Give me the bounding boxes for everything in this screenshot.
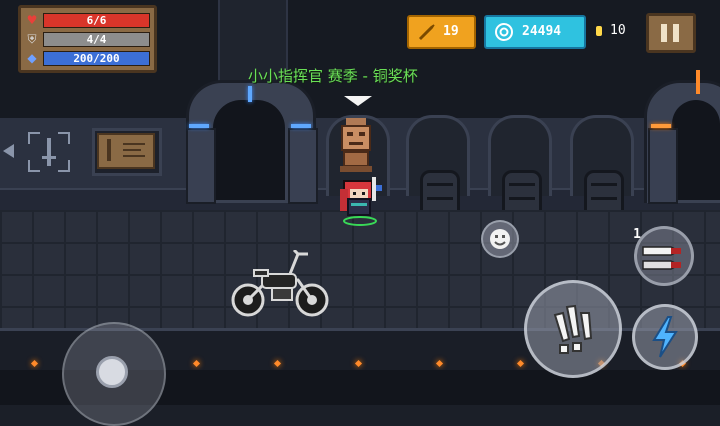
pause-button[interactable] — [646, 13, 696, 53]
right-archway-opening — [672, 100, 720, 200]
hp-bar: 6/6 — [43, 13, 150, 28]
season-banner: 小小指挥官 赛季 - 铜奖杯 — [248, 67, 418, 85]
shield-icon: ⛨ — [27, 32, 37, 46]
energy-bar: 200/200 — [43, 51, 150, 66]
armor-bar: 4/4 — [43, 32, 150, 47]
east-door-indicator — [696, 70, 700, 94]
coin-counter: 10 — [594, 21, 639, 41]
gold-counter[interactable]: 19 — [407, 15, 476, 49]
attack-button[interactable] — [524, 280, 622, 378]
smiley-icon — [490, 229, 510, 249]
scroll-icon — [97, 133, 155, 169]
gem-counter[interactable]: 24494 — [484, 15, 586, 49]
interaction-marker-icon — [344, 96, 372, 106]
joystick-knob[interactable] — [96, 356, 128, 388]
skill-button[interactable] — [632, 304, 698, 370]
weapon-slot-badge: 1 — [628, 226, 646, 244]
arch-light — [248, 86, 252, 102]
energy-row: ◆ 200/200 — [25, 50, 150, 66]
heart-icon: ♥ — [26, 13, 38, 27]
player-stats-panel: ♥ 6/6 ⛨ 4/4 ◆ 200/200 — [18, 5, 157, 73]
coin-amount: 10 — [610, 23, 626, 38]
east-pillar-light — [651, 124, 671, 128]
hp-row: ♥ 6/6 — [25, 12, 150, 28]
emote-button[interactable] — [481, 220, 519, 258]
left-pillar — [186, 128, 216, 204]
east-pillar — [648, 128, 678, 204]
armor-row: ⛨ 4/4 — [25, 31, 150, 47]
motorcycle[interactable] — [228, 248, 332, 318]
player-character[interactable] — [338, 175, 386, 227]
claw-slash-icon — [553, 304, 593, 354]
trophy-statue[interactable] — [336, 118, 376, 173]
left-archway-opening — [213, 100, 285, 200]
pillar-light-right — [291, 124, 311, 128]
pillar-light-left — [189, 124, 209, 128]
lightning-bolt-icon — [652, 316, 678, 358]
diamond-icon: ◆ — [27, 51, 37, 65]
right-pillar — [288, 128, 318, 204]
gem-icon — [495, 23, 513, 41]
left-arrow-icon — [3, 144, 14, 158]
coin-icon — [596, 26, 602, 36]
gem-amount: 24494 — [522, 24, 562, 39]
fish-icon — [418, 24, 435, 41]
weapon-frame-icon — [28, 132, 70, 172]
pause-icon — [661, 24, 667, 42]
gold-amount: 19 — [443, 24, 459, 39]
